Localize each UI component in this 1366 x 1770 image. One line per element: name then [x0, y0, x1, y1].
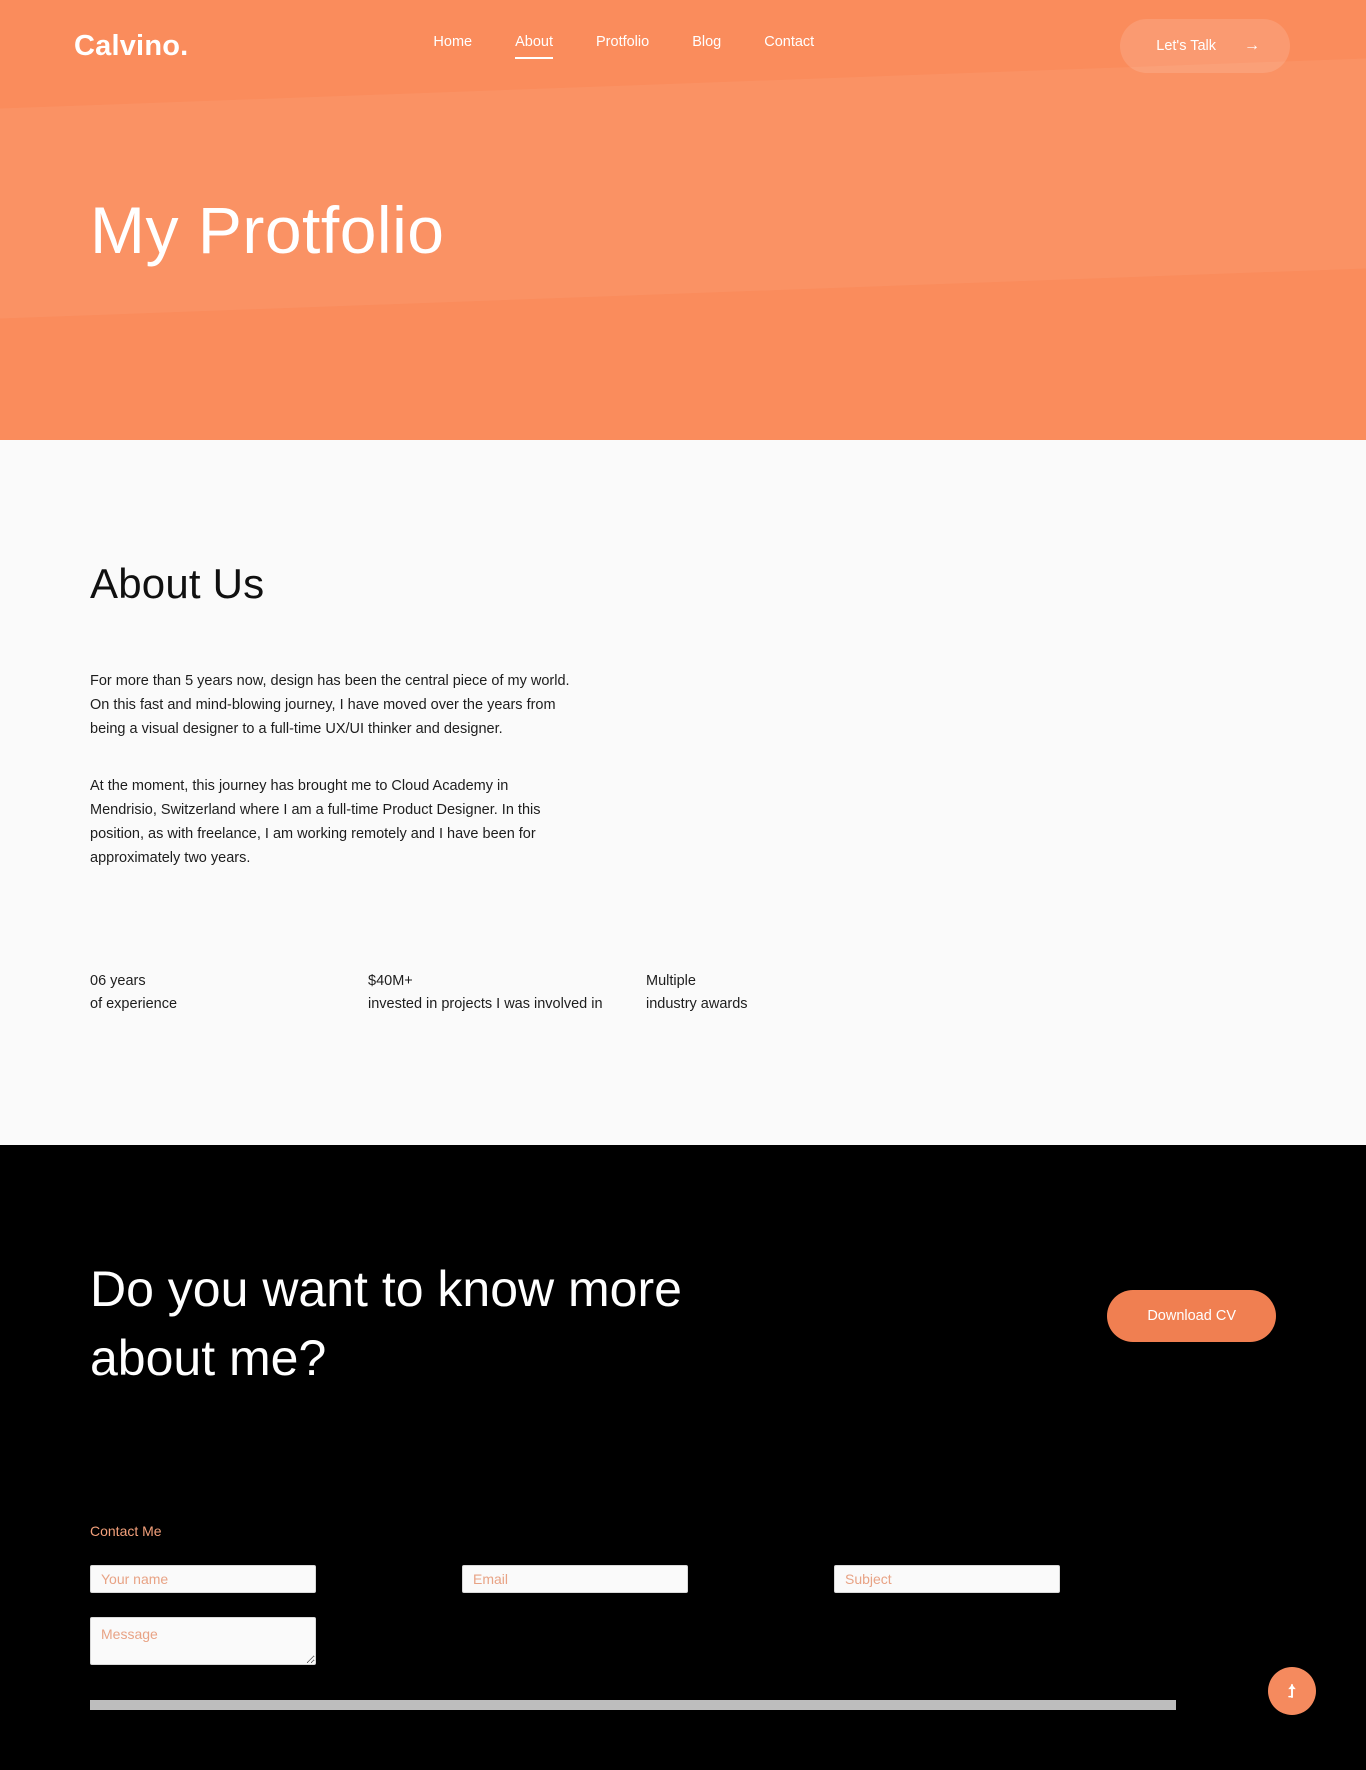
- cta-header-row: Do you want to know more about me? Downl…: [90, 1255, 1276, 1393]
- lets-talk-button[interactable]: Let's Talk →: [1120, 19, 1290, 73]
- nav-item-about[interactable]: About: [515, 34, 553, 59]
- nav-item-protfolio[interactable]: Protfolio: [596, 34, 649, 59]
- stat-item-invested: $40M+ invested in projects I was involve…: [368, 970, 646, 1015]
- name-input[interactable]: [90, 1565, 316, 1594]
- about-heading: About Us: [90, 560, 265, 607]
- main-navigation: Calvino. Home About Protfolio Blog Conta…: [0, 0, 1366, 92]
- stat-value: 06 years: [90, 973, 146, 990]
- stat-value: $40M+: [368, 973, 413, 990]
- arrow-up-icon: [1288, 1684, 1296, 1699]
- hero-section: Calvino. Home About Protfolio Blog Conta…: [0, 0, 1366, 440]
- scroll-to-top-button[interactable]: [1268, 1667, 1316, 1716]
- subject-input[interactable]: [834, 1565, 1060, 1594]
- contact-field-row-2: [90, 1617, 1276, 1670]
- download-cv-wrap: Download CV: [1107, 1255, 1276, 1343]
- stat-item-experience: 06 years of experience: [90, 970, 368, 1015]
- name-field-wrap: [90, 1565, 316, 1594]
- stats-row: 06 years of experience $40M+ invested in…: [90, 970, 1276, 1015]
- stat-label: industry awards: [646, 995, 748, 1012]
- nav-item-contact[interactable]: Contact: [764, 34, 814, 59]
- header-cta-wrap: Let's Talk →: [1120, 19, 1290, 73]
- message-textarea[interactable]: [90, 1617, 316, 1666]
- email-field-wrap: [462, 1565, 688, 1594]
- stat-label: invested in projects I was involved in: [368, 995, 603, 1012]
- contact-form: Contact Me: [90, 1523, 1276, 1711]
- contact-field-row-1: [90, 1565, 1276, 1594]
- about-section: About Us For more than 5 years now, desi…: [0, 440, 1366, 1146]
- contact-cta-section: Do you want to know more about me? Downl…: [0, 1145, 1366, 1770]
- brand-logo[interactable]: Calvino.: [74, 30, 188, 63]
- stat-item-awards: Multiple industry awards: [646, 970, 924, 1015]
- message-field-wrap: [90, 1617, 316, 1670]
- about-paragraph-2: At the moment, this journey has brought …: [90, 777, 541, 866]
- form-bottom-bar: [90, 1700, 1176, 1711]
- stat-value: Multiple: [646, 973, 696, 990]
- nav-item-blog[interactable]: Blog: [692, 34, 721, 59]
- cta-heading: Do you want to know more about me?: [90, 1261, 682, 1387]
- lets-talk-label: Let's Talk: [1156, 38, 1216, 54]
- about-paragraph-1: For more than 5 years now, design has be…: [90, 673, 570, 737]
- about-copy: For more than 5 years now, design has be…: [90, 670, 570, 870]
- download-cv-button[interactable]: Download CV: [1107, 1290, 1276, 1343]
- arrow-right-icon: →: [1244, 37, 1260, 54]
- page-title: My Protfolio: [90, 193, 445, 267]
- nav-links: Home About Protfolio Blog Contact: [433, 34, 814, 59]
- subject-field-wrap: [834, 1565, 1060, 1594]
- email-input[interactable]: [462, 1565, 688, 1594]
- contact-form-label: Contact Me: [90, 1523, 162, 1540]
- stat-label: of experience: [90, 995, 178, 1012]
- nav-item-home[interactable]: Home: [433, 34, 472, 59]
